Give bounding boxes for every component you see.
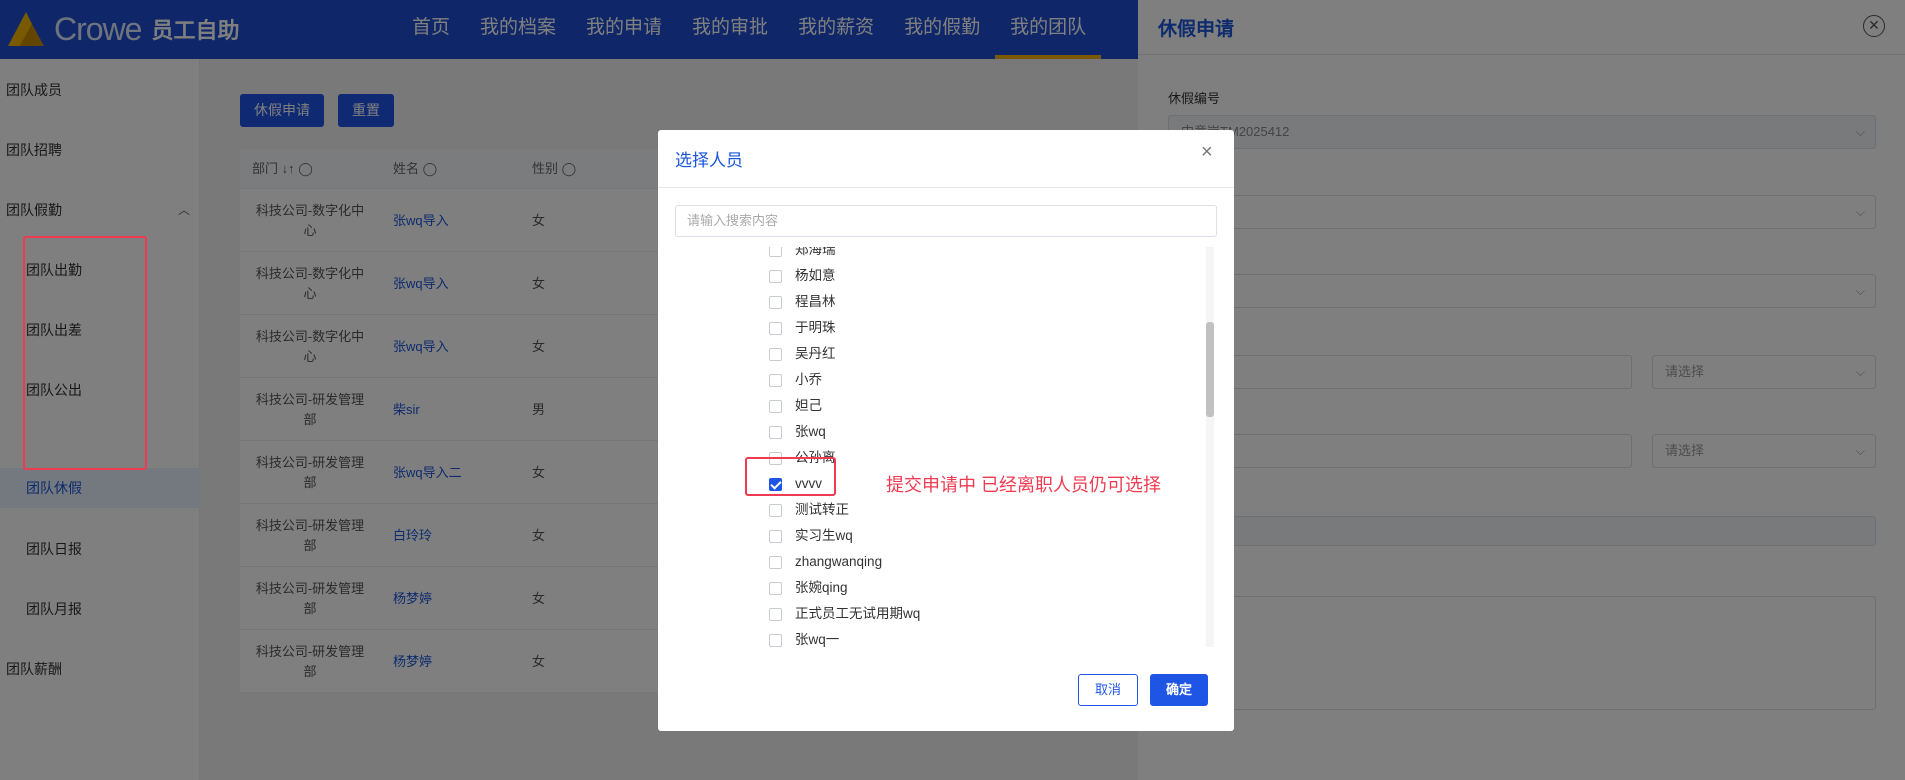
- select-person-dialog: 选择人员 × 请输入搜索内容 郑海瑞 杨如意 程昌林 于明珠 吴丹红 小乔 妲己…: [658, 130, 1234, 731]
- list-item[interactable]: 郑海瑞: [769, 247, 836, 263]
- dialog-title: 选择人员: [675, 151, 743, 170]
- annotation-box-selected-person: [745, 457, 836, 496]
- list-item[interactable]: 测试转正: [769, 497, 849, 523]
- checkbox[interactable]: [769, 633, 782, 647]
- person-list: 郑海瑞 杨如意 程昌林 于明珠 吴丹红 小乔 妲己 张wq 公孙离 vvvv 测…: [675, 247, 1217, 647]
- checkbox[interactable]: [769, 529, 782, 543]
- list-item[interactable]: 妲己: [769, 393, 822, 419]
- list-item[interactable]: 于明珠: [769, 315, 836, 341]
- list-item[interactable]: 程昌林: [769, 289, 836, 315]
- cancel-button[interactable]: 取消: [1078, 674, 1138, 706]
- list-item[interactable]: 小乔: [769, 367, 822, 393]
- checkbox[interactable]: [769, 399, 782, 413]
- confirm-button[interactable]: 确定: [1150, 674, 1208, 706]
- checkbox[interactable]: [769, 607, 782, 621]
- scrollbar-thumb[interactable]: [1206, 322, 1214, 417]
- checkbox[interactable]: [769, 425, 782, 439]
- scrollbar-track[interactable]: [1206, 247, 1214, 647]
- list-item[interactable]: 张wq一: [769, 627, 839, 647]
- list-item[interactable]: 正式员工无试用期wq: [769, 601, 920, 627]
- checkbox[interactable]: [769, 373, 782, 387]
- list-item[interactable]: 杨如意: [769, 263, 836, 289]
- list-item[interactable]: 吴丹红: [769, 341, 836, 367]
- checkbox[interactable]: [769, 581, 782, 595]
- checkbox[interactable]: [769, 295, 782, 309]
- list-item[interactable]: zhangwanqing: [769, 549, 882, 575]
- checkbox[interactable]: [769, 247, 782, 257]
- checkbox[interactable]: [769, 503, 782, 517]
- list-item[interactable]: 张婉qing: [769, 575, 848, 601]
- search-input[interactable]: 请输入搜索内容: [675, 205, 1217, 237]
- checkbox[interactable]: [769, 555, 782, 569]
- checkbox[interactable]: [769, 269, 782, 283]
- checkbox[interactable]: [769, 321, 782, 335]
- annotation-box-sidebar: [23, 236, 147, 470]
- annotation-note: 提交申请中 已经离职人员仍可选择: [886, 475, 1161, 495]
- checkbox[interactable]: [769, 347, 782, 361]
- list-item[interactable]: 实习生wq: [769, 523, 853, 549]
- dialog-divider: [658, 187, 1234, 188]
- list-item[interactable]: 张wq: [769, 419, 826, 445]
- close-icon[interactable]: ×: [1201, 141, 1213, 164]
